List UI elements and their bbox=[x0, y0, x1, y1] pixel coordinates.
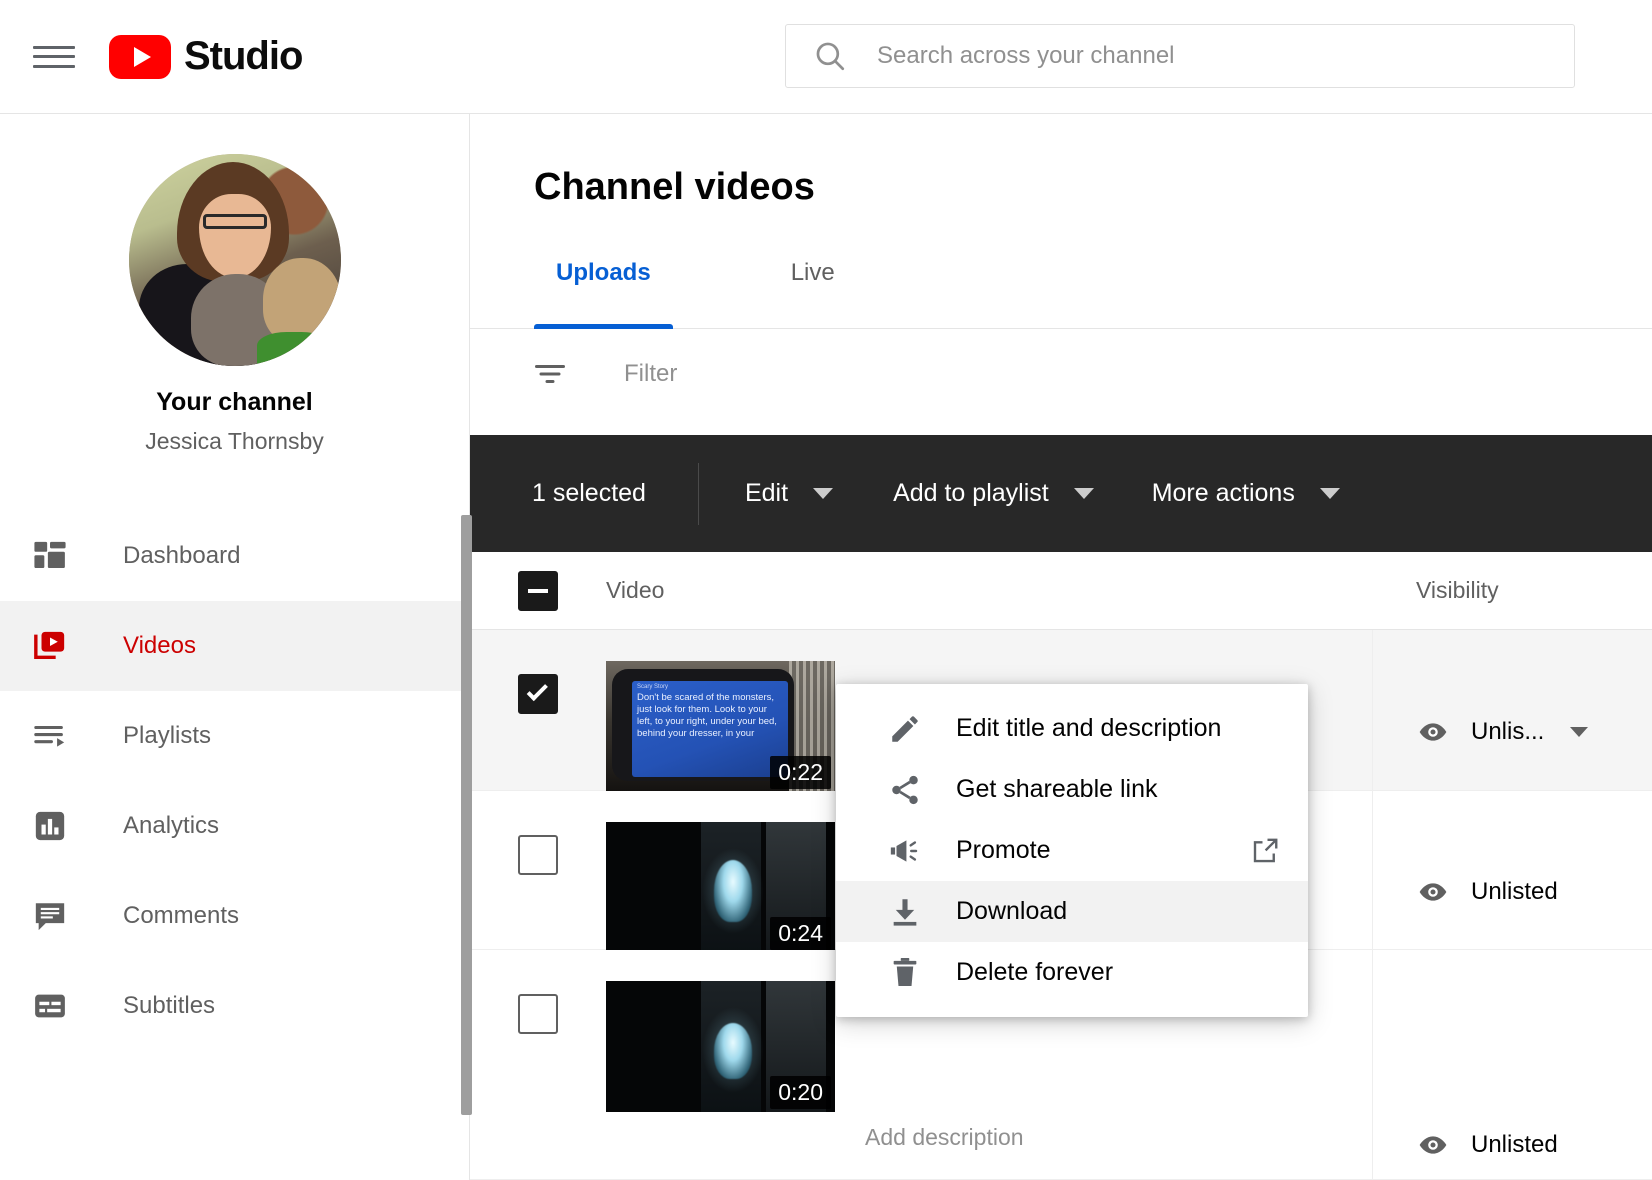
sidebar-item-videos[interactable]: Videos bbox=[0, 601, 469, 691]
sidebar-nav: Dashboard Videos Playlist bbox=[0, 511, 469, 1051]
menu-item-edit-title-and-description[interactable]: Edit title and description bbox=[836, 698, 1308, 759]
more-actions-label: More actions bbox=[1152, 479, 1295, 508]
menu-item-label: Delete forever bbox=[956, 958, 1113, 987]
more-actions-dropdown-button[interactable]: More actions bbox=[1152, 479, 1340, 508]
channel-label: Your channel bbox=[0, 388, 469, 417]
analytics-bar-chart-icon bbox=[33, 809, 79, 843]
search-bar[interactable] bbox=[785, 24, 1575, 88]
chevron-down-icon bbox=[813, 488, 833, 499]
selection-toolbar: 1 selected Edit Add to playlist More act… bbox=[470, 435, 1652, 552]
column-header-visibility: Visibility bbox=[1372, 577, 1499, 604]
sidebar-item-subtitles[interactable]: Subtitles bbox=[0, 961, 469, 1051]
share-icon bbox=[888, 773, 928, 807]
add-to-playlist-dropdown-button[interactable]: Add to playlist bbox=[893, 479, 1094, 508]
video-duration: 0:22 bbox=[770, 756, 831, 789]
menu-item-promote[interactable]: Promote bbox=[836, 820, 1308, 881]
video-thumbnail[interactable]: 0:24 bbox=[606, 822, 835, 953]
megaphone-icon bbox=[888, 834, 928, 868]
eye-icon bbox=[1417, 1129, 1449, 1161]
hamburger-menu-icon[interactable] bbox=[33, 41, 77, 73]
menu-item-label: Download bbox=[956, 897, 1067, 926]
pencil-icon bbox=[888, 712, 928, 746]
video-meta bbox=[835, 630, 1372, 668]
download-icon bbox=[888, 895, 928, 929]
table-header: Video Visibility bbox=[470, 552, 1652, 630]
sidebar-item-comments[interactable]: Comments bbox=[0, 871, 469, 961]
search-icon bbox=[813, 39, 847, 73]
tab-label: Uploads bbox=[556, 259, 651, 287]
filter-icon[interactable] bbox=[532, 356, 568, 392]
select-all-checkbox[interactable] bbox=[518, 571, 558, 611]
vertical-scrollbar[interactable] bbox=[461, 515, 472, 1115]
avatar[interactable] bbox=[129, 154, 341, 366]
sidebar: Your channel Jessica Thornsby Dashboard bbox=[0, 114, 470, 1180]
video-duration: 0:24 bbox=[770, 917, 831, 950]
top-bar: Studio bbox=[0, 0, 1652, 114]
sidebar-item-label: Playlists bbox=[123, 722, 211, 750]
menu-item-get-shareable-link[interactable]: Get shareable link bbox=[836, 759, 1308, 820]
tab-uploads[interactable]: Uploads bbox=[534, 259, 673, 329]
eye-icon bbox=[1417, 716, 1449, 748]
eye-icon bbox=[1417, 876, 1449, 908]
sidebar-item-label: Analytics bbox=[123, 812, 219, 840]
tab-live[interactable]: Live bbox=[769, 259, 857, 329]
video-thumbnail[interactable]: Scary Story Don't be scared of the monst… bbox=[606, 661, 835, 792]
studio-brand[interactable]: Studio bbox=[109, 34, 302, 79]
menu-item-label: Get shareable link bbox=[956, 775, 1158, 804]
thumbnail-text: Don't be scared of the monsters, just lo… bbox=[637, 692, 783, 741]
row-checkbox[interactable] bbox=[518, 835, 558, 875]
chevron-down-icon bbox=[1074, 488, 1094, 499]
video-thumbnail[interactable]: 0:20 bbox=[606, 981, 835, 1112]
search-input[interactable] bbox=[875, 36, 1574, 76]
sidebar-item-label: Comments bbox=[123, 902, 239, 930]
sidebar-item-label: Subtitles bbox=[123, 992, 215, 1020]
sidebar-item-analytics[interactable]: Analytics bbox=[0, 781, 469, 871]
subtitles-icon bbox=[33, 989, 79, 1023]
youtube-play-logo-icon bbox=[109, 35, 171, 79]
brand-label: Studio bbox=[184, 34, 302, 79]
visibility-cell[interactable]: Unlisted bbox=[1372, 791, 1652, 949]
thumbnail-caption: Scary Story bbox=[637, 684, 783, 692]
menu-item-label: Promote bbox=[956, 836, 1050, 865]
context-menu: Edit title and description Get shareable… bbox=[836, 684, 1308, 1017]
tab-label: Live bbox=[791, 259, 835, 287]
tab-bar: Uploads Live bbox=[470, 259, 1652, 329]
filter-bar: Filter bbox=[470, 329, 1652, 419]
chevron-down-icon bbox=[1320, 488, 1340, 499]
sidebar-item-playlists[interactable]: Playlists bbox=[0, 691, 469, 781]
chevron-down-icon[interactable] bbox=[1570, 727, 1588, 737]
edit-dropdown-button[interactable]: Edit bbox=[745, 479, 833, 508]
page-title: Channel videos bbox=[534, 166, 1652, 209]
column-header-video: Video bbox=[606, 577, 664, 603]
edit-label: Edit bbox=[745, 479, 788, 508]
comments-speech-bubble-icon bbox=[33, 899, 79, 933]
row-checkbox[interactable] bbox=[518, 994, 558, 1034]
visibility-value: Unlisted bbox=[1471, 1131, 1558, 1159]
visibility-cell[interactable]: Unlis... bbox=[1372, 630, 1652, 790]
menu-item-download[interactable]: Download bbox=[836, 881, 1308, 942]
dashboard-grid-icon bbox=[33, 539, 79, 573]
add-to-playlist-label: Add to playlist bbox=[893, 479, 1049, 508]
menu-item-label: Edit title and description bbox=[956, 714, 1221, 743]
sidebar-item-label: Dashboard bbox=[123, 542, 240, 570]
sidebar-item-label: Videos bbox=[123, 632, 196, 660]
filter-label[interactable]: Filter bbox=[624, 360, 677, 388]
video-duration: 0:20 bbox=[770, 1076, 831, 1109]
row-checkbox[interactable] bbox=[518, 674, 558, 714]
channel-block: Your channel Jessica Thornsby bbox=[0, 114, 469, 455]
main-content: Channel videos Uploads Live Filter 1 sel… bbox=[470, 114, 1652, 1180]
visibility-value: Unlis... bbox=[1471, 718, 1544, 746]
selected-count: 1 selected bbox=[532, 463, 699, 525]
visibility-value: Unlisted bbox=[1471, 878, 1558, 906]
external-link-icon bbox=[1250, 836, 1280, 866]
playlists-icon bbox=[33, 719, 79, 753]
menu-item-delete-forever[interactable]: Delete forever bbox=[836, 942, 1308, 1003]
videos-play-icon bbox=[33, 629, 79, 663]
trash-icon bbox=[888, 956, 928, 990]
channel-name: Jessica Thornsby bbox=[0, 428, 469, 455]
sidebar-item-dashboard[interactable]: Dashboard bbox=[0, 511, 469, 601]
visibility-cell[interactable]: Unlisted bbox=[1372, 950, 1652, 1179]
add-description-link[interactable]: Add description bbox=[865, 1124, 1024, 1150]
